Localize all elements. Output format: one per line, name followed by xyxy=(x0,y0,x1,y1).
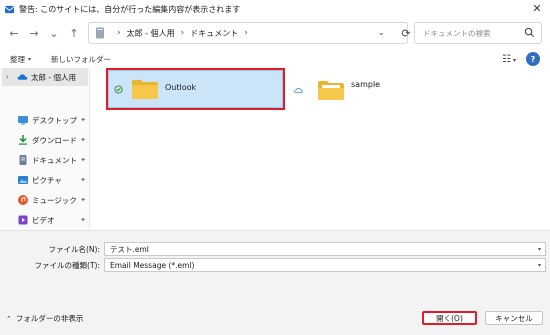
window-title: 警告: このサイトには、自分が行った編集内容が表示されます xyxy=(19,4,241,14)
chevron-down-icon[interactable]: ▾ xyxy=(538,262,541,269)
pin-icon: ✦ xyxy=(80,176,86,184)
sidebar-item-pictures[interactable]: ピクチャ ✦ xyxy=(18,170,88,190)
pin-icon: ✦ xyxy=(80,156,86,164)
sidebar-item-label: デスクトップ xyxy=(32,115,77,125)
breadcrumb-separator: › xyxy=(117,28,121,38)
hide-folders-toggle[interactable]: ⌃ フォルダーの非表示 xyxy=(6,313,83,324)
breadcrumb: › 太郎 - 個人用 › ドキュメント › xyxy=(111,28,254,39)
title-bar: 警告: このサイトには、自分が行った編集内容が表示されます ✕ xyxy=(0,0,550,18)
music-icon xyxy=(18,195,28,205)
folder-item-outlook[interactable]: Outlook xyxy=(108,70,283,108)
sidebar-item-label: ドキュメント xyxy=(32,155,77,165)
help-button[interactable]: ? xyxy=(526,52,540,66)
view-icon: ☷ xyxy=(502,53,511,65)
file-list: Outlook sample xyxy=(91,68,550,230)
search-icon[interactable] xyxy=(524,27,535,38)
organize-menu[interactable]: 整理 ▾ xyxy=(10,54,31,65)
video-icon xyxy=(18,215,28,225)
outlook-app-icon xyxy=(4,5,15,13)
breadcrumb-separator: › xyxy=(244,28,248,38)
breadcrumb-item-documents[interactable]: ドキュメント xyxy=(190,28,238,39)
onedrive-icon xyxy=(17,74,28,80)
navigation-bar: ← → ⌄ ↑ › 太郎 - 個人用 › ドキュメント › ⌄ xyxy=(0,20,550,46)
command-bar: 整理 ▾ 新しいフォルダー ☷ ▾ ? xyxy=(0,50,550,68)
hide-folders-label: フォルダーの非表示 xyxy=(15,314,84,323)
download-icon xyxy=(19,135,27,145)
filename-combobox[interactable]: ▾ xyxy=(104,242,546,256)
pin-icon: ✦ xyxy=(80,196,86,204)
refresh-button[interactable]: ⟳ xyxy=(395,22,417,44)
pin-icon: ✦ xyxy=(80,136,86,144)
breadcrumb-separator: › xyxy=(180,28,185,38)
filename-row: ファイル名(N): ▾ xyxy=(0,242,550,256)
breadcrumb-item-personal[interactable]: 太郎 - 個人用 xyxy=(127,28,175,39)
desktop-icon xyxy=(18,116,28,125)
sidebar-item-label: ビデオ xyxy=(32,215,55,225)
sidebar-item-downloads[interactable]: ダウンロード ✦ xyxy=(18,130,88,150)
search-box xyxy=(414,22,542,44)
filetype-label: ファイルの種類(T): xyxy=(34,260,100,270)
folder-icon xyxy=(132,80,158,99)
view-options-button[interactable]: ☷ ▾ xyxy=(502,54,516,65)
organize-label: 整理 xyxy=(10,54,25,64)
sidebar-item-label: 太郎 - 個人用 xyxy=(31,72,76,82)
sidebar-item-videos[interactable]: ビデオ ✦ xyxy=(18,210,88,230)
filename-label: ファイル名(N): xyxy=(48,244,101,254)
up-button[interactable]: ↑ xyxy=(66,24,82,42)
sidebar-item-label: ダウンロード xyxy=(32,135,77,145)
sidebar-item-onedrive-personal[interactable]: › 太郎 - 個人用 xyxy=(2,68,88,86)
open-button[interactable]: 開く(O) xyxy=(422,311,477,325)
filetype-row: ファイルの種類(T): Email Message (*.eml) ▾ xyxy=(0,258,550,272)
sync-ok-icon xyxy=(114,84,123,94)
address-history-dropdown[interactable]: ⌄ xyxy=(377,28,385,38)
folder-name: Outlook xyxy=(165,83,197,92)
filetype-select[interactable]: Email Message (*.eml) ▾ xyxy=(104,258,546,272)
pin-icon: ✦ xyxy=(80,116,86,124)
chevron-down-icon: ▾ xyxy=(28,55,32,63)
document-icon xyxy=(19,155,27,165)
new-folder-button[interactable]: 新しいフォルダー xyxy=(51,54,111,65)
sidebar-item-documents[interactable]: ドキュメント ✦ xyxy=(18,150,88,170)
drive-icon xyxy=(96,27,104,39)
sidebar-item-desktop[interactable]: デスクトップ ✦ xyxy=(18,110,88,130)
sidebar-item-music[interactable]: ミュージック ✦ xyxy=(18,190,88,210)
chevron-down-icon: ▾ xyxy=(512,56,516,64)
chevron-down-icon[interactable]: ▾ xyxy=(538,246,541,253)
pictures-icon xyxy=(18,176,28,184)
chevron-up-icon: ⌃ xyxy=(6,314,12,323)
address-bar[interactable]: › 太郎 - 個人用 › ドキュメント › ⌄ xyxy=(88,22,408,44)
search-input[interactable] xyxy=(415,28,515,38)
cancel-button[interactable]: キャンセル xyxy=(485,311,543,325)
dialog-footer: ファイル名(N): ▾ ファイルの種類(T): Email Message (*… xyxy=(0,230,550,335)
recent-locations-button[interactable]: ⌄ xyxy=(46,24,62,42)
back-button[interactable]: ← xyxy=(6,24,22,42)
filename-input[interactable] xyxy=(105,244,525,254)
pin-icon: ✦ xyxy=(80,216,86,224)
folder-item-sample[interactable]: sample xyxy=(289,76,399,104)
cloud-only-icon xyxy=(294,87,303,93)
forward-button[interactable]: → xyxy=(26,24,42,42)
close-button[interactable]: ✕ xyxy=(530,2,544,15)
sidebar-item-label: ピクチャ xyxy=(32,175,62,185)
sidebar-item-label: ミュージック xyxy=(32,195,77,205)
filetype-value: Email Message (*.eml) xyxy=(110,260,195,270)
folder-name: sample xyxy=(351,80,381,89)
folder-icon xyxy=(318,81,344,100)
chevron-right-icon[interactable]: › xyxy=(6,73,14,81)
navigation-pane: › 太郎 - 個人用 デスクトップ ✦ ダウンロード ✦ ドキュメント ✦ ピク… xyxy=(0,68,90,230)
